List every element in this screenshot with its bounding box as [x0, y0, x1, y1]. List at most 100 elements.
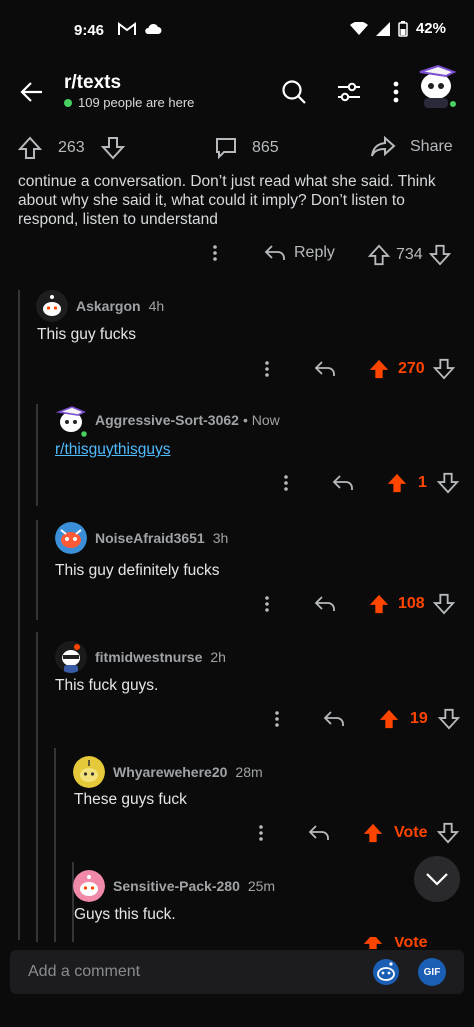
- more-icon: [284, 475, 288, 491]
- comment-score: 108: [398, 595, 425, 612]
- search-button[interactable]: [278, 76, 310, 108]
- avatar[interactable]: [36, 290, 68, 322]
- more-button[interactable]: [274, 710, 280, 728]
- comment-text: This guy definitely fucks: [55, 562, 220, 579]
- username[interactable]: Whyarewehere20: [113, 764, 227, 780]
- avatar[interactable]: [55, 522, 87, 554]
- reply-button[interactable]: Reply: [264, 244, 335, 262]
- more-button[interactable]: [258, 824, 264, 842]
- more-icon: [265, 596, 269, 612]
- downvote-icon[interactable]: [436, 472, 459, 494]
- avatar[interactable]: [55, 641, 87, 673]
- comment-text: Guys this fuck.: [74, 906, 176, 923]
- gif-label: GIF: [423, 966, 441, 978]
- upvote-icon[interactable]: [368, 244, 390, 266]
- reply-icon: [332, 475, 353, 490]
- upvote-filled-icon[interactable]: [368, 358, 390, 380]
- more-options-button[interactable]: [380, 76, 412, 108]
- subreddit-link[interactable]: r/thisguythisguys: [55, 441, 170, 459]
- thread-line-level-2c: [36, 632, 38, 942]
- online-count: 109 people are here: [64, 95, 194, 110]
- thread-line-level-2b: [36, 520, 38, 620]
- username[interactable]: Askargon: [76, 298, 141, 314]
- battery-icon: [398, 20, 408, 37]
- upvote-filled-icon[interactable]: [368, 593, 390, 615]
- avatar[interactable]: [55, 404, 89, 439]
- reply-button[interactable]: [323, 710, 345, 728]
- vote-group: 108: [368, 593, 455, 615]
- avatar[interactable]: [73, 756, 105, 788]
- parent-comment-actions: [212, 244, 218, 262]
- comment-count: 865: [252, 139, 279, 156]
- comment-icon: [216, 138, 236, 160]
- reply-button[interactable]: [308, 824, 330, 842]
- comment-text: This guy fucks: [37, 326, 137, 343]
- vote-label: Vote: [394, 937, 428, 949]
- parent-comment-text: continue a conversation. Don’t just read…: [18, 173, 436, 228]
- post-comments-button[interactable]: 865: [214, 136, 279, 160]
- app-header: r/texts 109 people are here: [0, 62, 474, 128]
- upvote-filled-icon[interactable]: [378, 708, 400, 730]
- more-icon: [259, 825, 263, 841]
- timestamp: • Now: [242, 412, 280, 428]
- thread-line-level-3: [54, 748, 56, 942]
- next-comment-button[interactable]: [414, 856, 460, 902]
- downvote-icon[interactable]: [100, 136, 125, 160]
- snoo-avatar-icon: [55, 406, 89, 439]
- share-label: Share: [410, 138, 453, 155]
- search-icon: [282, 80, 306, 104]
- notification-icons: [118, 22, 162, 36]
- upvote-filled-icon[interactable]: [362, 822, 384, 844]
- comment-text: These guys fuck: [74, 791, 187, 808]
- username[interactable]: fitmidwestnurse: [95, 649, 202, 665]
- upvote-icon[interactable]: [18, 136, 42, 160]
- reply-button[interactable]: [314, 595, 336, 613]
- gif-button[interactable]: GIF: [418, 958, 446, 986]
- vote-group: 270: [368, 358, 455, 380]
- timestamp: 28m: [235, 764, 263, 780]
- timestamp: 3h: [212, 530, 229, 546]
- share-button[interactable]: Share: [370, 136, 453, 158]
- snoo-emote-button[interactable]: [372, 958, 400, 991]
- upvote-filled-icon[interactable]: [362, 937, 384, 949]
- vote-group: 1: [386, 472, 459, 494]
- reply-button[interactable]: [314, 360, 336, 378]
- username[interactable]: NoiseAfraid3651: [95, 530, 205, 546]
- comment-header: NoiseAfraid3651 3h: [55, 522, 228, 554]
- sort-filter-button[interactable]: [333, 76, 365, 108]
- more-button[interactable]: [264, 360, 270, 378]
- downvote-icon[interactable]: [432, 593, 455, 615]
- parent-vote-group: 734: [368, 244, 451, 266]
- avatar[interactable]: [73, 870, 105, 902]
- comment-composer[interactable]: Add a comment GIF: [10, 950, 464, 994]
- battery-level: 42%: [415, 20, 446, 37]
- subreddit-name[interactable]: r/texts: [64, 72, 121, 94]
- comment-score: 1: [418, 474, 427, 491]
- more-icon[interactable]: [212, 244, 218, 262]
- upvote-filled-icon[interactable]: [386, 472, 408, 494]
- snoo-avatar-icon: [36, 290, 68, 322]
- username[interactable]: Aggressive-Sort-3062: [95, 412, 239, 428]
- more-button[interactable]: [283, 474, 289, 492]
- gmail-icon: [118, 22, 136, 35]
- user-avatar-button[interactable]: [414, 62, 460, 110]
- thread-line-level-1: [18, 290, 20, 940]
- comment-text: This fuck guys.: [55, 677, 159, 694]
- reply-button[interactable]: [332, 474, 354, 492]
- more-button[interactable]: [264, 595, 270, 613]
- downvote-icon[interactable]: [428, 244, 451, 266]
- downvote-icon[interactable]: [437, 708, 460, 730]
- vote-label: Vote: [394, 824, 428, 841]
- downvote-icon[interactable]: [437, 822, 460, 844]
- back-button[interactable]: [18, 78, 48, 108]
- username[interactable]: Sensitive-Pack-280: [113, 878, 240, 894]
- post-action-bar: 263 865 Share: [0, 128, 474, 170]
- post-vote-group: 263: [18, 136, 125, 160]
- timestamp: 2h: [210, 649, 226, 665]
- arrow-left-icon: [20, 82, 42, 102]
- downvote-icon[interactable]: [432, 358, 455, 380]
- vote-group: 19: [378, 708, 460, 730]
- system-icons: 42%: [349, 20, 446, 37]
- parent-score: 734: [396, 246, 423, 263]
- signal-icon: [375, 21, 390, 36]
